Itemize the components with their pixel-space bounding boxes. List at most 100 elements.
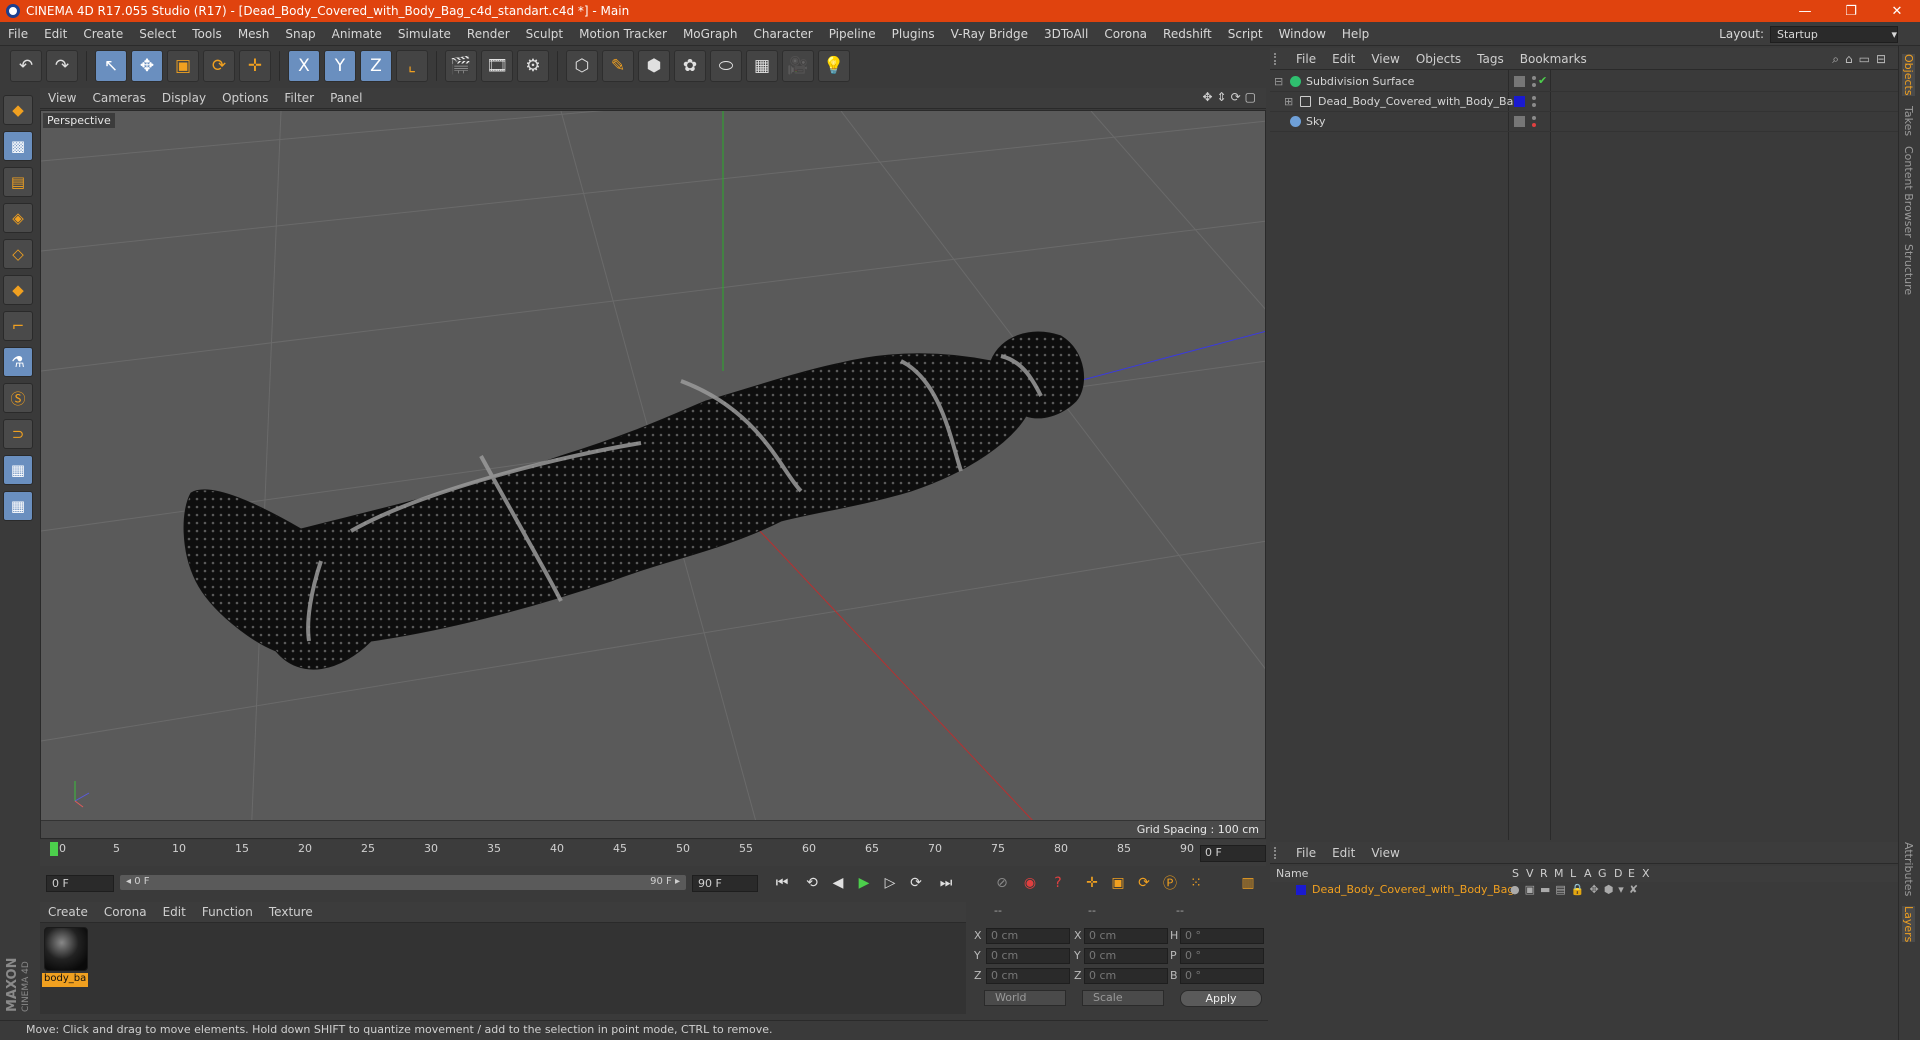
menu-create[interactable]: Create	[75, 27, 131, 41]
menu-vray-bridge[interactable]: V-Ray Bridge	[943, 27, 1036, 41]
object-menu-file[interactable]: File	[1288, 52, 1324, 66]
workplane-lock-button[interactable]: ▦	[3, 455, 33, 485]
go-to-end-button[interactable]: ⏭	[934, 871, 958, 895]
object-menu-bookmarks[interactable]: Bookmarks	[1512, 52, 1595, 66]
menu-plugins[interactable]: Plugins	[884, 27, 943, 41]
texture-mode-button[interactable]: ▤	[3, 167, 33, 197]
workplane-grid-button[interactable]: ▦	[3, 491, 33, 521]
floor-object-button[interactable]: ▦	[746, 50, 778, 82]
layer-menu-file[interactable]: File	[1288, 846, 1324, 860]
menu-redshift[interactable]: Redshift	[1155, 27, 1220, 41]
viewport-menu-display[interactable]: Display	[154, 91, 214, 105]
menu-sculpt[interactable]: Sculpt	[518, 27, 571, 41]
tab-attributes[interactable]: Attributes	[1902, 842, 1915, 896]
play-forwards-button[interactable]: ▶	[852, 871, 876, 895]
size-z-field[interactable]: 0 cm	[1084, 968, 1168, 984]
layer-menu-view[interactable]: View	[1363, 846, 1407, 860]
menu-file[interactable]: File	[0, 27, 36, 41]
expand-icon[interactable]: ⊞	[1284, 95, 1293, 108]
editor-visibility-dot[interactable]	[1532, 116, 1536, 120]
material-menu-create[interactable]: Create	[40, 905, 96, 919]
current-frame-field[interactable]: 0 F	[1200, 845, 1266, 862]
scale-tool-button[interactable]: ▣	[167, 50, 199, 82]
key-position-icon[interactable]: ✛	[1080, 871, 1104, 895]
move-tool-button[interactable]: ✥	[131, 50, 163, 82]
start-frame-field[interactable]: 0 F	[46, 875, 114, 892]
timeline-ruler[interactable]: 0 5 10 15 20 25 30 35 40 45 50 55 60 65 …	[40, 840, 1266, 866]
menu-character[interactable]: Character	[745, 27, 820, 41]
menu-edit[interactable]: Edit	[36, 27, 75, 41]
key-rotation-icon[interactable]: ⟳	[1132, 871, 1156, 895]
tab-structure[interactable]: Structure	[1902, 244, 1915, 295]
panel-grip-icon[interactable]	[1274, 52, 1288, 65]
object-menu-objects[interactable]: Objects	[1408, 52, 1469, 66]
object-name[interactable]: Dead_Body_Covered_with_Body_Bag	[1318, 95, 1520, 108]
object-name[interactable]: Sky	[1306, 115, 1325, 128]
perspective-viewport[interactable]: Perspective Grid Spacing : 100 cm	[40, 110, 1266, 839]
mograph-cloner-button[interactable]: ✿	[674, 50, 706, 82]
object-row-subdivision-surface[interactable]: ⊟ Subdivision Surface ✔	[1270, 72, 1898, 92]
object-menu-edit[interactable]: Edit	[1324, 52, 1363, 66]
object-name[interactable]: Subdivision Surface	[1306, 75, 1414, 88]
collapse-icon[interactable]: ⊟	[1274, 75, 1283, 88]
layer-menu-edit[interactable]: Edit	[1324, 846, 1363, 860]
menu-render[interactable]: Render	[459, 27, 518, 41]
object-row-sky[interactable]: Sky	[1270, 112, 1898, 132]
next-key-button[interactable]: ⟳	[904, 871, 928, 895]
live-selection-button[interactable]: ↖	[95, 50, 127, 82]
redo-button[interactable]: ↷	[46, 50, 78, 82]
object-menu-tags[interactable]: Tags	[1469, 52, 1512, 66]
coordinate-system-button[interactable]: ⌞	[396, 50, 428, 82]
layer-column-manager[interactable]: M	[1554, 867, 1564, 880]
points-mode-button[interactable]: ◇	[3, 239, 33, 269]
tab-layers[interactable]: Layers	[1902, 906, 1915, 943]
play-backwards-button[interactable]: ◀	[826, 871, 850, 895]
material-menu-function[interactable]: Function	[194, 905, 261, 919]
menu-mograph[interactable]: MoGraph	[675, 27, 746, 41]
menu-script[interactable]: Script	[1220, 27, 1271, 41]
layer-column-render[interactable]: R	[1540, 867, 1548, 880]
rotation-p-field[interactable]: 0 °	[1180, 948, 1264, 964]
autokey-icon[interactable]: ?	[1046, 871, 1070, 895]
material-menu-corona[interactable]: Corona	[96, 905, 155, 919]
layer-row[interactable]: Dead_Body_Covered_with_Body_Bag ●▣▬▤🔒✥⬢▾…	[1270, 882, 1898, 898]
menu-tools[interactable]: Tools	[184, 27, 230, 41]
motion-record-icon[interactable]: ⊘	[990, 871, 1014, 895]
material-menu-texture[interactable]: Texture	[261, 905, 321, 919]
size-mode-dropdown[interactable]: Scale	[1082, 990, 1164, 1006]
material-menu-edit[interactable]: Edit	[155, 905, 194, 919]
key-pla-icon[interactable]: ⁙	[1184, 871, 1208, 895]
position-x-field[interactable]: 0 cm	[986, 928, 1070, 944]
menu-mesh[interactable]: Mesh	[230, 27, 278, 41]
menu-motion-tracker[interactable]: Motion Tracker	[571, 27, 675, 41]
position-z-field[interactable]: 0 cm	[986, 968, 1070, 984]
snap-button[interactable]: ⊃	[3, 419, 33, 449]
layer-column-locked[interactable]: L	[1570, 867, 1576, 880]
layer-tag-icon[interactable]	[1514, 76, 1525, 87]
layer-column-generators[interactable]: G	[1598, 867, 1607, 880]
render-visibility-dot[interactable]	[1532, 83, 1536, 87]
render-visibility-dot[interactable]	[1532, 103, 1536, 107]
key-scale-icon[interactable]: ▣	[1106, 871, 1130, 895]
viewport-label[interactable]: Perspective	[43, 113, 115, 128]
maximize-icon[interactable]: ❐	[1828, 0, 1874, 22]
render-settings-button[interactable]: ⚙	[517, 50, 549, 82]
make-editable-button[interactable]: ◆	[3, 95, 33, 125]
next-frame-button[interactable]: ▷	[878, 871, 902, 895]
key-parameter-icon[interactable]: Ⓟ	[1158, 871, 1182, 895]
render-picture-viewer-button[interactable]: 🎞	[481, 50, 513, 82]
tab-content-browser[interactable]: Content Browser	[1902, 146, 1915, 238]
menu-snap[interactable]: Snap	[277, 27, 323, 41]
rotation-b-field[interactable]: 0 °	[1180, 968, 1264, 984]
polygons-mode-button[interactable]: ⌐	[3, 311, 33, 341]
layer-color-swatch[interactable]	[1296, 885, 1306, 895]
object-menu-view[interactable]: View	[1363, 52, 1407, 66]
minimize-icon[interactable]: —	[1782, 0, 1828, 22]
model-mode-button[interactable]: ▩	[3, 131, 33, 161]
material-name-label[interactable]: body_ba	[42, 973, 88, 987]
workplane-mode-button[interactable]: ◈	[3, 203, 33, 233]
editor-visibility-dot[interactable]	[1532, 96, 1536, 100]
solo-mode-button[interactable]: Ⓢ	[3, 383, 33, 413]
end-frame-field[interactable]: 90 F	[692, 875, 758, 892]
preview-range-slider[interactable]: ◂ 0 F 90 F ▸	[120, 875, 686, 890]
